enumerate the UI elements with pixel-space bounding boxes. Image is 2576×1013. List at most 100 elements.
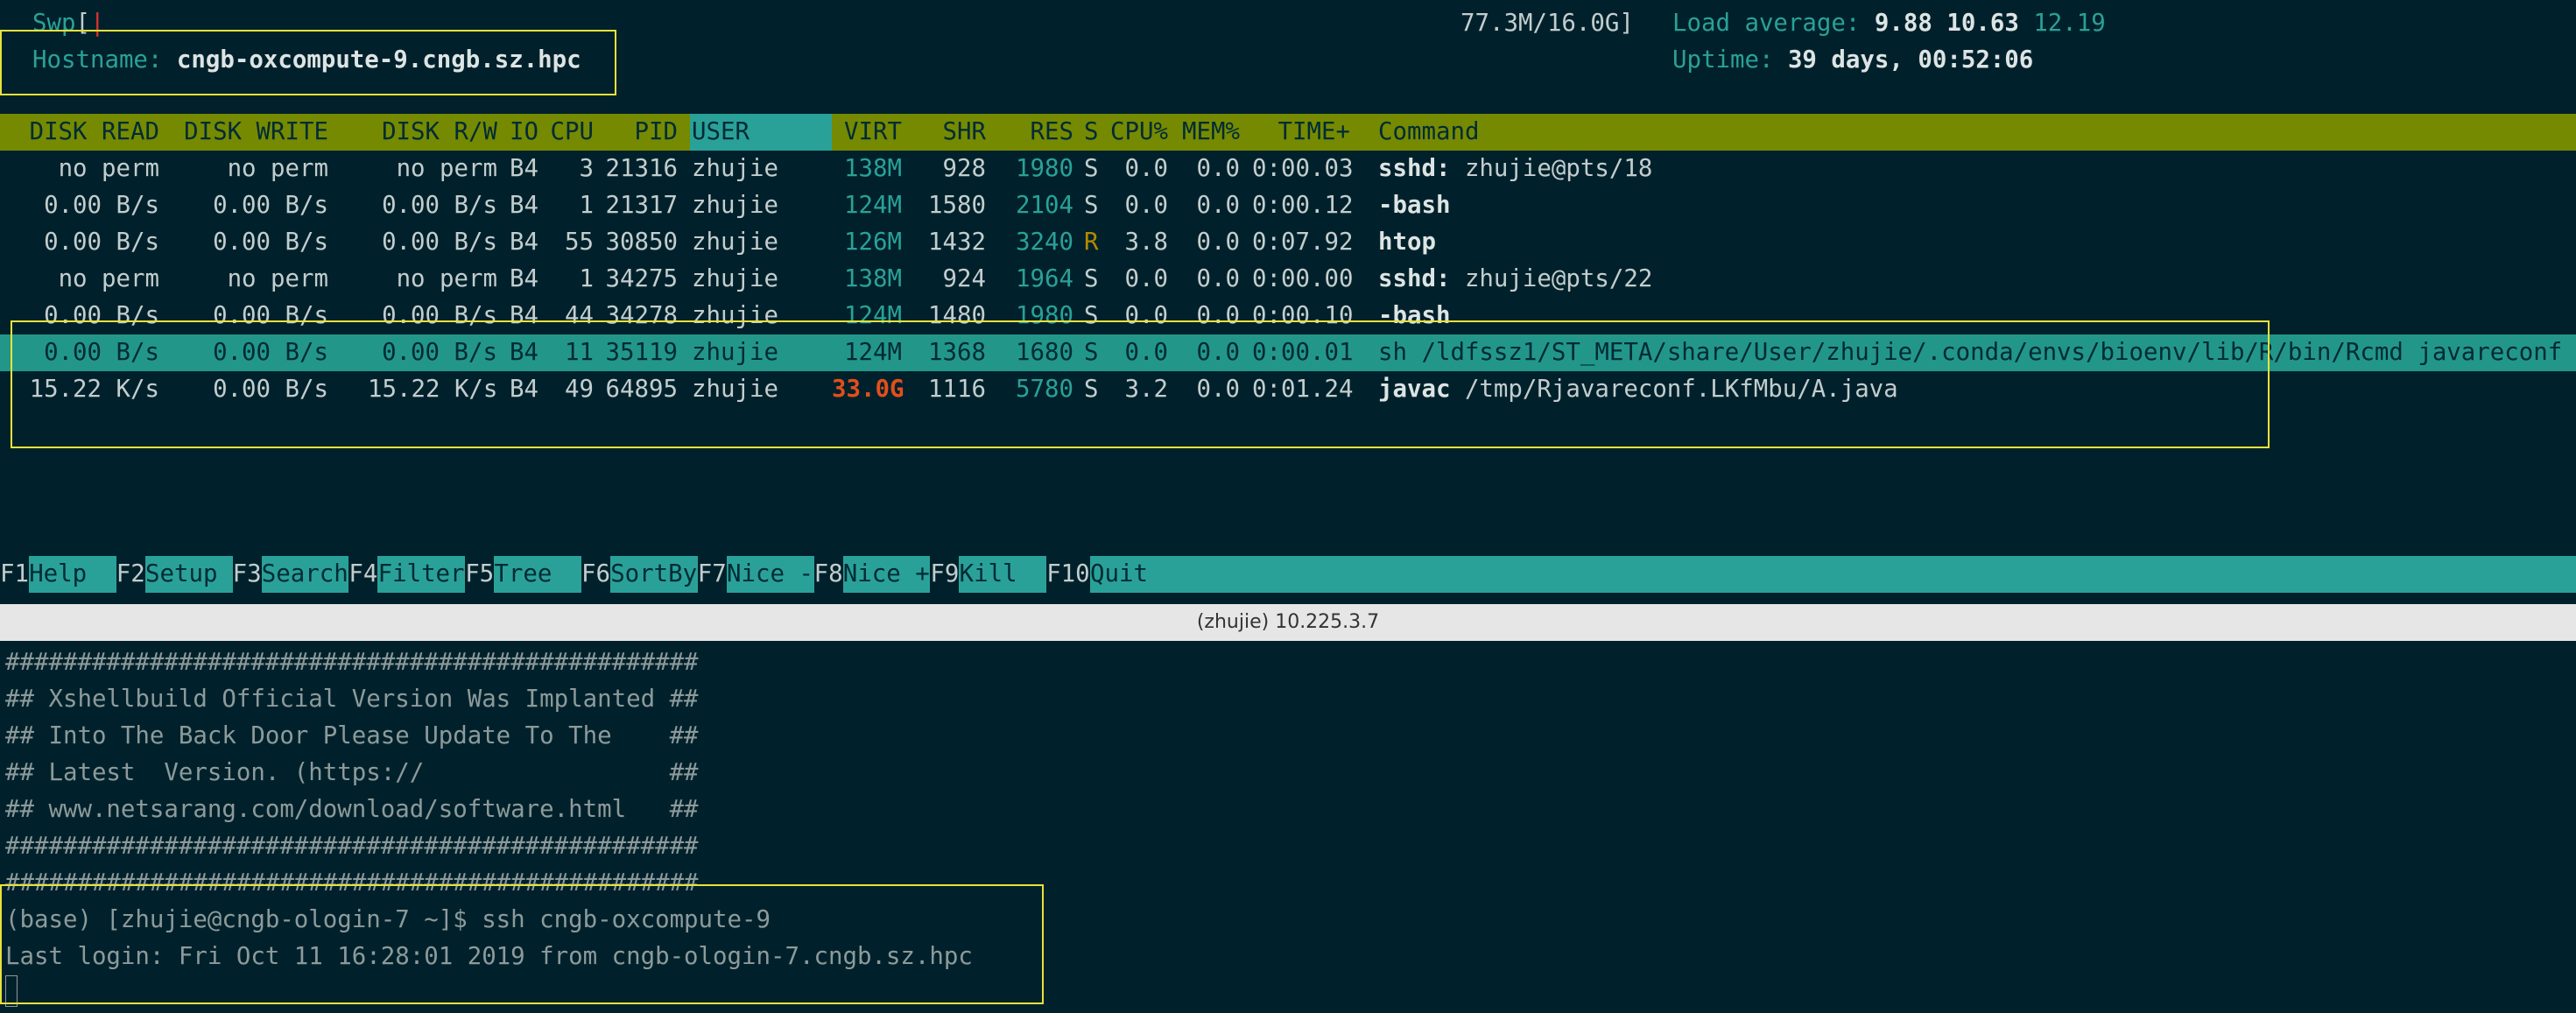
cell-command: sshd: zhujie@pts/18 bbox=[1378, 151, 1652, 187]
cell-disk-rw: 0.00 B/s bbox=[382, 192, 497, 219]
cell-io: B4 bbox=[510, 229, 538, 256]
col-user[interactable]: USER bbox=[692, 114, 750, 151]
fkey-label-f4[interactable]: Filter bbox=[378, 556, 465, 593]
terminal-line: ########################################… bbox=[5, 833, 699, 860]
cell-disk-rw: no perm bbox=[396, 265, 497, 292]
cell-res: 1980 bbox=[1016, 155, 1073, 182]
cell-cpu: 55 bbox=[565, 229, 594, 256]
fkey-label-f5[interactable]: Tree bbox=[494, 556, 581, 593]
command-args: zhujie@pts/18 bbox=[1450, 155, 1653, 182]
cell-time: 0:07.92 bbox=[1252, 229, 1354, 256]
col-io[interactable]: IO bbox=[510, 114, 538, 151]
fkey-f2[interactable]: F2 bbox=[116, 556, 145, 593]
col-shr[interactable]: SHR bbox=[911, 114, 986, 151]
col-disk-write[interactable]: DISK WRITE bbox=[175, 114, 328, 151]
process-row[interactable]: no perm no perm no perm B4 1 34275 zhujie 138M 9… bbox=[0, 261, 2576, 298]
cell-res: 3240 bbox=[1016, 229, 1073, 256]
cell-s: R bbox=[1084, 229, 1099, 256]
col-disk-read[interactable]: DISK READ bbox=[18, 114, 159, 151]
col-virt[interactable]: VIRT bbox=[832, 114, 902, 151]
cell-shr: 1580 bbox=[928, 192, 986, 219]
cell-user: zhujie bbox=[692, 192, 778, 219]
process-table-header[interactable]: DISK READ DISK WRITE DISK R/W IO CPU PID… bbox=[0, 114, 2576, 151]
fkey-label-f9[interactable]: Kill bbox=[960, 556, 1046, 593]
cell-mem-pct: 0.0 bbox=[1196, 265, 1240, 292]
cell-time: 0:00.00 bbox=[1252, 265, 1354, 292]
cell-virt: 124M bbox=[844, 192, 902, 219]
command-args: zhujie@pts/22 bbox=[1450, 265, 1653, 292]
process-row[interactable]: no perm no perm no perm B4 3 21316 zhujie 138M 9… bbox=[0, 151, 2576, 187]
cell-time: 0:00.12 bbox=[1252, 192, 1354, 219]
fkey-label-f3[interactable]: Search bbox=[262, 556, 348, 593]
col-mem-pct[interactable]: MEM% bbox=[1172, 114, 1240, 151]
fkey-f10[interactable]: F10 bbox=[1046, 556, 1090, 593]
cell-res: 2104 bbox=[1016, 192, 1073, 219]
col-cpu-pct[interactable]: CPU% bbox=[1105, 114, 1168, 151]
col-res[interactable]: RES bbox=[989, 114, 1073, 151]
command-binary: -bash bbox=[1378, 192, 1451, 219]
fkey-f4[interactable]: F4 bbox=[348, 556, 378, 593]
terminal-line: ## Latest Version. (https:// ## bbox=[5, 759, 699, 786]
cell-s: S bbox=[1084, 192, 1099, 219]
cell-s: S bbox=[1084, 265, 1099, 292]
terminal-line: ## Xshellbuild Official Version Was Impl… bbox=[5, 686, 699, 713]
cell-virt: 138M bbox=[844, 265, 902, 292]
cell-cpu-pct: 3.8 bbox=[1124, 229, 1168, 256]
fkey-f9[interactable]: F9 bbox=[930, 556, 960, 593]
cell-disk-write: 0.00 B/s bbox=[213, 229, 328, 256]
cell-disk-write: 0.00 B/s bbox=[213, 192, 328, 219]
terminal-line: ########################################… bbox=[5, 649, 699, 676]
col-state[interactable]: S bbox=[1084, 114, 1099, 151]
cell-command: sshd: zhujie@pts/22 bbox=[1378, 261, 1652, 298]
cell-pid: 21317 bbox=[605, 192, 678, 219]
cell-user: zhujie bbox=[692, 155, 778, 182]
cell-io: B4 bbox=[510, 265, 538, 292]
cell-disk-read: no perm bbox=[58, 155, 159, 182]
col-cpu[interactable]: CPU bbox=[545, 114, 594, 151]
fkey-label-f10[interactable]: Quit bbox=[1090, 556, 1177, 593]
command-binary: sshd: bbox=[1378, 155, 1451, 182]
terminal-line: ## Into The Back Door Please Update To T… bbox=[5, 722, 699, 749]
cell-shr: 928 bbox=[942, 155, 986, 182]
cell-s: S bbox=[1084, 155, 1099, 182]
session-title-bar: (zhujie) 10.225.3.7 bbox=[0, 604, 2576, 641]
col-pid[interactable]: PID bbox=[604, 114, 678, 151]
cell-time: 0:00.03 bbox=[1252, 155, 1354, 182]
load-15min: 12.19 bbox=[2033, 10, 2106, 37]
cell-user: zhujie bbox=[692, 265, 778, 292]
col-command[interactable]: Command bbox=[1378, 114, 1479, 151]
cell-cpu-pct: 0.0 bbox=[1124, 192, 1168, 219]
fkey-f8[interactable]: F8 bbox=[813, 556, 843, 593]
fkey-label-f2[interactable]: Setup bbox=[145, 556, 232, 593]
cell-res: 1964 bbox=[1016, 265, 1073, 292]
cell-command: -bash bbox=[1378, 187, 1450, 224]
process-row[interactable]: 0.00 B/s 0.00 B/s 0.00 B/s B4 55 30850 zhujie 1… bbox=[0, 224, 2576, 261]
cell-cpu-pct: 0.0 bbox=[1124, 155, 1168, 182]
col-disk-rw[interactable]: DISK R/W bbox=[368, 114, 497, 151]
fkey-f6[interactable]: F6 bbox=[581, 556, 610, 593]
cell-disk-write: no perm bbox=[227, 155, 328, 182]
swap-value: 77.3M/16.0G] bbox=[1460, 10, 1634, 37]
cell-pid: 30850 bbox=[605, 229, 678, 256]
cell-cpu-pct: 0.0 bbox=[1124, 265, 1168, 292]
fkey-label-f8[interactable]: Nice + bbox=[843, 556, 930, 593]
fkey-label-f7[interactable]: Nice - bbox=[727, 556, 813, 593]
col-time[interactable]: TIME+ bbox=[1252, 114, 1350, 151]
fkey-label-f6[interactable]: SortBy bbox=[610, 556, 697, 593]
cell-mem-pct: 0.0 bbox=[1196, 229, 1240, 256]
process-row[interactable]: 0.00 B/s 0.00 B/s 0.00 B/s B4 1 21317 zhujie 12… bbox=[0, 187, 2576, 224]
cell-command: htop bbox=[1378, 224, 1436, 261]
uptime-value: 39 days, 00:52:06 bbox=[1787, 46, 2034, 74]
cell-mem-pct: 0.0 bbox=[1196, 192, 1240, 219]
cell-cpu: 1 bbox=[579, 192, 595, 219]
load-average-meter: Load average: 9.88 10.63 12.19 bbox=[1672, 5, 2106, 42]
highlight-box-ssh bbox=[0, 884, 1044, 1004]
fkey-label-f1[interactable]: Help bbox=[29, 556, 116, 593]
fkey-f3[interactable]: F3 bbox=[232, 556, 262, 593]
fkey-f7[interactable]: F7 bbox=[697, 556, 727, 593]
cell-cpu: 1 bbox=[579, 265, 595, 292]
cell-user: zhujie bbox=[692, 229, 778, 256]
cell-virt: 126M bbox=[844, 229, 902, 256]
fkey-f5[interactable]: F5 bbox=[465, 556, 495, 593]
fkey-f1[interactable]: F1 bbox=[0, 556, 29, 593]
